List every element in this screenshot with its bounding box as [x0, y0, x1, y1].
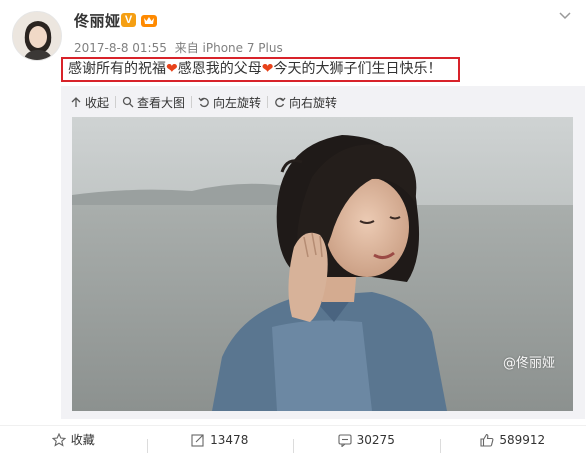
avatar-image — [13, 12, 62, 61]
post-text-part-2: 感恩我的父母 — [178, 61, 262, 77]
repost-count: 13478 — [210, 433, 248, 447]
post-text-part-1: 感谢所有的祝福 — [68, 61, 166, 77]
collapse-icon — [70, 96, 82, 108]
like-count: 589912 — [499, 433, 545, 447]
post-text: 感谢所有的祝福❤感恩我的父母❤今天的大狮子们生日快乐！ — [61, 57, 460, 82]
avatar[interactable] — [12, 11, 62, 61]
toolbar-divider — [267, 96, 268, 108]
post-text-part-3: 今天的大狮子们生日快乐！ — [273, 61, 441, 77]
rotate-right-button[interactable]: 向右旋转 — [274, 94, 337, 111]
member-crown-icon — [140, 12, 158, 28]
comment-button[interactable]: 30275 — [293, 433, 440, 447]
toolbar-divider — [115, 96, 116, 108]
heart-icon: ❤ — [166, 61, 178, 77]
collapse-button[interactable]: 收起 — [70, 94, 109, 111]
star-icon — [52, 433, 66, 447]
post-meta: 2017-8-8 01:55 来自 iPhone 7 Plus — [74, 39, 287, 56]
like-button[interactable]: 589912 — [440, 433, 586, 447]
rotate-right-label: 向右旋转 — [289, 94, 337, 111]
verified-badge-icon: V — [121, 13, 136, 27]
favorite-label: 收藏 — [71, 431, 95, 448]
repost-button[interactable]: 13478 — [147, 433, 294, 447]
comment-icon — [338, 433, 352, 447]
thumbs-up-icon — [480, 433, 494, 447]
collapse-label: 收起 — [85, 94, 109, 111]
favorite-button[interactable]: 收藏 — [0, 431, 147, 448]
view-large-label: 查看大图 — [137, 94, 185, 111]
repost-icon — [191, 433, 205, 447]
rotate-right-icon — [274, 96, 286, 108]
post-time[interactable]: 2017-8-8 01:55 — [74, 41, 167, 55]
post-photo[interactable]: @佟丽娅 — [72, 117, 573, 411]
chevron-down-icon[interactable] — [558, 10, 572, 22]
heart-icon: ❤ — [262, 61, 274, 77]
rotate-left-icon — [198, 96, 210, 108]
toolbar-divider — [191, 96, 192, 108]
comment-count: 30275 — [357, 433, 395, 447]
photo-watermark: @佟丽娅 — [503, 352, 555, 371]
post-source[interactable]: 来自 iPhone 7 Plus — [175, 41, 283, 55]
media-toolbar: 收起 查看大图 向左旋转 向右旋转 — [70, 94, 337, 110]
rotate-left-label: 向左旋转 — [213, 94, 261, 111]
magnifier-icon — [122, 96, 134, 108]
photo-image — [72, 117, 573, 411]
rotate-left-button[interactable]: 向左旋转 — [198, 94, 261, 111]
username[interactable]: 佟丽娅 — [74, 10, 121, 31]
view-large-button[interactable]: 查看大图 — [122, 94, 185, 111]
post-footer: 收藏 13478 30275 589912 — [0, 425, 586, 453]
